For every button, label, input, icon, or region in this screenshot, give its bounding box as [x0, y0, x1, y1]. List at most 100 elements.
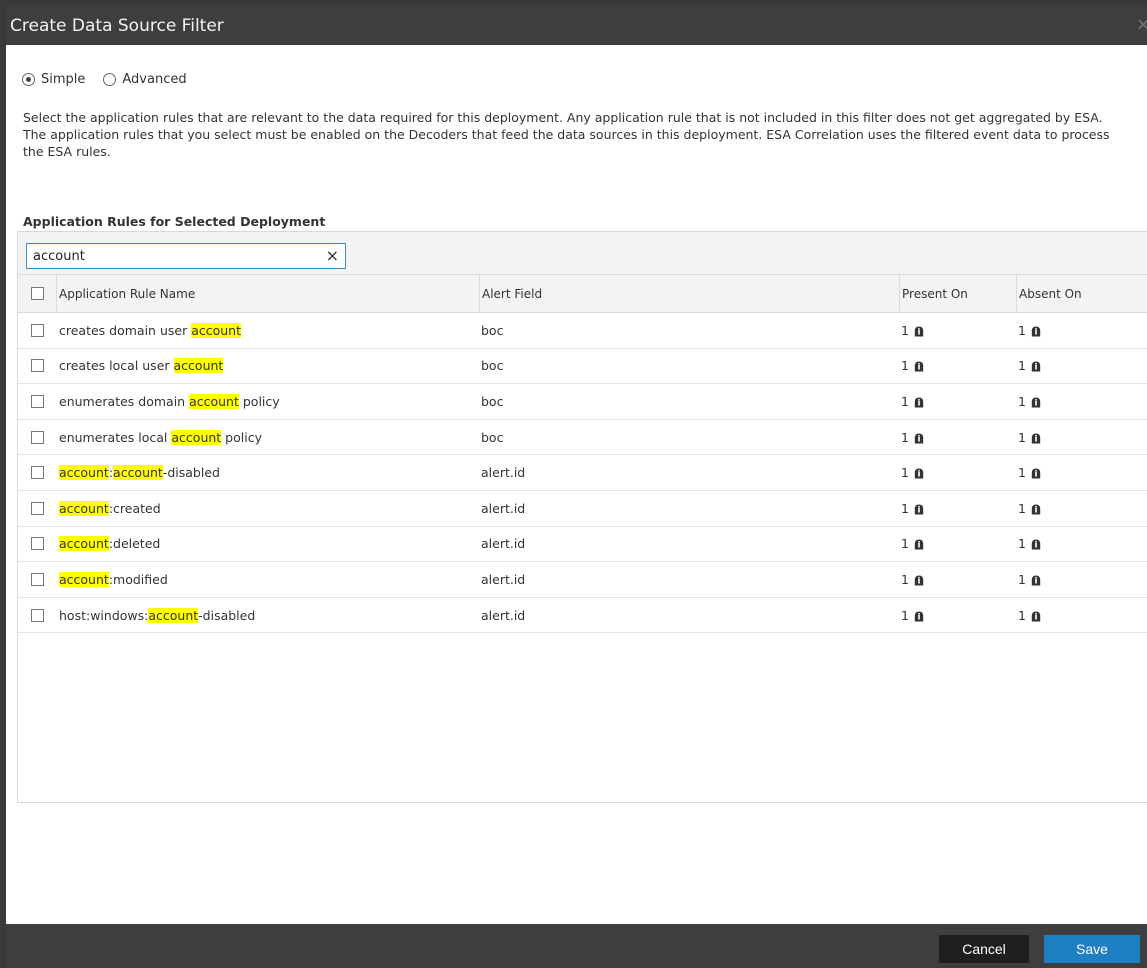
absent-on-cell: 1 [1016, 349, 1147, 384]
select-all-checkbox[interactable] [30, 287, 44, 300]
table-row[interactable]: creates local user account boc 1 1 [18, 349, 1147, 385]
close-icon[interactable]: × [1136, 14, 1147, 35]
rule-name-cell: creates local user account [56, 349, 479, 384]
present-on-cell: 1 [899, 491, 1016, 526]
row-select-cell [18, 598, 56, 633]
info-icon[interactable] [1031, 538, 1041, 550]
alert-field-cell: alert.id [481, 500, 526, 516]
rule-name-text: -disabled [198, 607, 256, 623]
row-select-cell [18, 527, 56, 562]
search-input[interactable] [31, 247, 315, 265]
table-row[interactable]: creates domain user account boc 1 1 [18, 313, 1147, 349]
row-checkbox[interactable] [30, 359, 44, 373]
search-match-highlight: account [59, 465, 109, 481]
info-icon[interactable] [914, 467, 924, 479]
description: Select the application rules that are re… [23, 109, 1133, 160]
info-icon[interactable] [914, 396, 924, 408]
info-icon[interactable] [914, 432, 924, 444]
alert-field-cell: alert.id [481, 607, 526, 623]
row-checkbox[interactable] [30, 466, 44, 480]
rule-name-cell: creates domain user account [56, 313, 479, 348]
info-icon[interactable] [914, 325, 924, 337]
row-checkbox[interactable] [30, 430, 44, 444]
table-row[interactable]: account:modified alert.id 1 1 [18, 562, 1147, 598]
row-checkbox[interactable] [30, 537, 44, 551]
row-checkbox[interactable] [30, 501, 44, 515]
info-icon[interactable] [914, 360, 924, 372]
present-on-count: 1 [901, 322, 909, 338]
search-match-highlight: account [113, 465, 163, 481]
info-icon[interactable] [1031, 610, 1041, 622]
dialog-titlebar: Create Data Source Filter × [6, 6, 1147, 45]
rule-name-text: -disabled [162, 465, 220, 481]
info-icon[interactable] [1031, 467, 1041, 479]
absent-on-cell: 1 [1016, 527, 1147, 562]
simple-radio[interactable] [22, 73, 35, 86]
row-select-cell [18, 349, 56, 384]
present-on-count: 1 [901, 500, 909, 516]
absent-on-cell: 1 [1016, 420, 1147, 455]
table-row[interactable]: account:account-disabled alert.id 1 1 [18, 455, 1147, 491]
row-select-cell [18, 562, 56, 597]
column-header-alert-field[interactable]: Alert Field [479, 275, 899, 312]
select-all-cell [18, 275, 56, 312]
row-checkbox[interactable] [30, 572, 44, 586]
info-icon[interactable] [1031, 432, 1041, 444]
present-on-count: 1 [901, 536, 909, 552]
info-icon[interactable] [1031, 503, 1041, 515]
description-paragraph-2: The application rules that you select mu… [23, 127, 1110, 159]
cancel-button[interactable]: Cancel [939, 935, 1029, 963]
advanced-radio-option[interactable]: Advanced [103, 72, 187, 87]
row-checkbox[interactable] [30, 394, 44, 408]
description-paragraph-1: Select the application rules that are re… [23, 110, 1103, 125]
table-row[interactable]: account:deleted alert.id 1 1 [18, 527, 1147, 563]
row-checkbox[interactable] [30, 323, 44, 337]
rule-name: enumerates local account policy [59, 429, 262, 445]
rule-name-text: policy [238, 393, 280, 409]
alert-field-cell: boc [481, 429, 504, 445]
table-row[interactable]: account:created alert.id 1 1 [18, 491, 1147, 527]
table-row[interactable]: enumerates domain account policy boc 1 1 [18, 384, 1147, 420]
info-icon[interactable] [1031, 325, 1041, 337]
absent-on-count: 1 [1018, 393, 1026, 409]
info-icon[interactable] [914, 538, 924, 550]
table-row[interactable]: enumerates local account policy boc 1 1 [18, 420, 1147, 456]
simple-radio-option[interactable]: Simple [22, 72, 85, 87]
present-on-cell: 1 [899, 598, 1016, 633]
rule-name: enumerates domain account policy [59, 393, 280, 409]
row-select-cell [18, 420, 56, 455]
row-checkbox[interactable] [30, 608, 44, 622]
clear-search-icon[interactable]: × [326, 246, 339, 265]
rule-name-cell: account:account-disabled [56, 455, 479, 490]
search-match-highlight: account [59, 536, 109, 552]
absent-on-count: 1 [1018, 500, 1026, 516]
absent-on-count: 1 [1018, 429, 1026, 445]
column-header-absent-on[interactable]: Absent On [1016, 275, 1147, 312]
rule-name-cell: account:modified [56, 562, 479, 597]
row-select-cell [18, 384, 56, 419]
present-on-count: 1 [901, 607, 909, 623]
simple-radio-label: Simple [41, 72, 86, 87]
info-icon[interactable] [914, 574, 924, 586]
rule-name: creates domain user account [59, 322, 242, 338]
info-icon[interactable] [914, 503, 924, 515]
rule-name: account:modified [59, 571, 168, 587]
search-match-highlight: account [173, 358, 224, 374]
absent-on-count: 1 [1018, 571, 1026, 587]
present-on-count: 1 [901, 429, 909, 445]
column-header-present-on[interactable]: Present On [899, 275, 1016, 312]
save-button[interactable]: Save [1044, 935, 1140, 963]
alert-field-cell: boc [481, 358, 504, 374]
info-icon[interactable] [1031, 396, 1041, 408]
advanced-radio-label: Advanced [122, 72, 187, 87]
info-icon[interactable] [914, 610, 924, 622]
info-icon[interactable] [1031, 574, 1041, 586]
info-icon[interactable] [1031, 360, 1041, 372]
table-row[interactable]: host:windows:account-disabled alert.id 1 1 [18, 598, 1147, 634]
rule-name-text: :deleted [108, 536, 161, 552]
search-match-highlight: account [59, 571, 109, 587]
advanced-radio[interactable] [103, 73, 117, 86]
rule-name-text: creates local user [59, 358, 174, 374]
dialog-title: Create Data Source Filter [10, 15, 224, 36]
column-header-name[interactable]: Application Rule Name [56, 275, 479, 312]
